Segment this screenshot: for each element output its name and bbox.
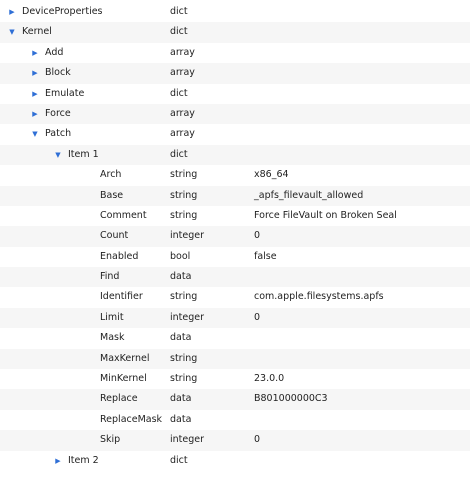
triangle-down-icon[interactable]: ▼ <box>6 22 18 42</box>
plist-row-add[interactable]: ▶ Add array <box>0 43 470 63</box>
plist-row-block[interactable]: ▶ Block array <box>0 63 470 84</box>
type-label[interactable]: dict <box>170 84 188 104</box>
type-label[interactable]: array <box>170 104 195 124</box>
key-label: Item 2 <box>68 454 99 466</box>
triangle-down-icon[interactable]: ▼ <box>29 124 41 144</box>
type-label[interactable]: string <box>170 287 197 307</box>
plist-row-replacemask[interactable]: ReplaceMask data <box>0 410 470 430</box>
key-label: Skip <box>100 434 121 446</box>
plist-row-replace[interactable]: Replace data B801000000C3 <box>0 389 470 410</box>
plist-row-maxkernel[interactable]: MaxKernel string <box>0 348 470 370</box>
row-key: ▼ Patch <box>29 124 71 144</box>
type-label[interactable]: string <box>170 349 197 369</box>
key-label: Base <box>100 189 124 201</box>
plist-row-item-2[interactable]: ▶ Item 2 dict <box>0 451 470 471</box>
key-label: Enabled <box>100 250 139 262</box>
key-label: Find <box>100 271 120 283</box>
type-label[interactable]: dict <box>170 22 188 42</box>
key-label: Mask <box>100 332 125 344</box>
type-label[interactable]: dict <box>170 451 188 471</box>
value-field[interactable]: Force FileVault on Broken Seal <box>254 206 397 226</box>
triangle-right-icon[interactable]: ▶ <box>29 104 41 124</box>
plist-row-force[interactable]: ▶ Force array <box>0 103 470 125</box>
row-key: ▶ Item 2 <box>52 451 99 471</box>
row-key: ▶ Add <box>29 43 63 63</box>
type-label[interactable]: dict <box>170 2 188 22</box>
type-label[interactable]: dict <box>170 145 188 165</box>
key-label: MaxKernel <box>100 352 150 364</box>
key-label: Kernel <box>22 26 52 38</box>
row-key: ▼ Item 1 <box>52 145 99 165</box>
plist-row-kernel[interactable]: ▼ Kernel dict <box>0 22 470 43</box>
row-key: ▶ DeviceProperties <box>6 2 103 22</box>
triangle-right-icon[interactable]: ▶ <box>29 63 41 83</box>
plist-row-identifier[interactable]: Identifier string com.apple.filesystems.… <box>0 287 470 307</box>
type-label[interactable]: data <box>170 267 191 287</box>
value-field[interactable]: 0 <box>254 308 260 328</box>
triangle-right-icon[interactable]: ▶ <box>6 2 18 22</box>
value-field[interactable]: _apfs_filevault_allowed <box>254 186 363 206</box>
triangle-right-icon[interactable]: ▶ <box>29 43 41 63</box>
type-label[interactable]: bool <box>170 247 190 267</box>
type-label[interactable]: integer <box>170 308 204 328</box>
plist-row-limit[interactable]: Limit integer 0 <box>0 307 470 329</box>
key-label: Add <box>45 46 64 58</box>
key-label: DeviceProperties <box>22 6 103 17</box>
plist-row-count[interactable]: Count integer 0 <box>0 226 470 247</box>
value-field[interactable]: 0 <box>254 430 260 450</box>
value-field[interactable]: B801000000C3 <box>254 389 328 409</box>
plist-row-find[interactable]: Find data <box>0 267 470 288</box>
row-key: ▶ Block <box>29 63 71 83</box>
plist-row-arch[interactable]: Arch string x86_64 <box>0 165 470 185</box>
plist-row-minkernel[interactable]: MinKernel string 23.0.0 <box>0 369 470 389</box>
type-label[interactable]: data <box>170 328 191 348</box>
plist-row-item-1[interactable]: ▼ Item 1 dict <box>0 144 470 166</box>
type-label[interactable]: integer <box>170 226 204 246</box>
key-label: ReplaceMask <box>100 413 163 425</box>
type-label[interactable]: string <box>170 165 197 185</box>
key-label: Replace <box>100 393 138 405</box>
plist-row-emulate[interactable]: ▶ Emulate dict <box>0 84 470 104</box>
key-label: Comment <box>100 209 147 221</box>
type-label[interactable]: array <box>170 124 195 144</box>
key-label: Identifier <box>100 291 143 303</box>
value-field[interactable]: false <box>254 247 277 267</box>
triangle-down-icon[interactable]: ▼ <box>52 145 64 165</box>
key-label: Block <box>45 67 71 79</box>
plist-row-skip[interactable]: Skip integer 0 <box>0 430 470 451</box>
row-key: ▶ Emulate <box>29 84 84 104</box>
key-label: Force <box>45 107 71 119</box>
plist-editor: ▶ DeviceProperties dict ▼ Kernel dict ▶ … <box>0 0 470 485</box>
value-field[interactable]: 23.0.0 <box>254 369 284 389</box>
value-field[interactable]: com.apple.filesystems.apfs <box>254 287 384 307</box>
key-label: Arch <box>100 169 122 181</box>
key-label: Patch <box>45 128 72 140</box>
value-field[interactable]: x86_64 <box>254 165 289 185</box>
triangle-right-icon[interactable]: ▶ <box>52 451 64 471</box>
type-label[interactable]: data <box>170 389 191 409</box>
plist-row-patch[interactable]: ▼ Patch array <box>0 124 470 144</box>
plist-row-deviceproperties[interactable]: ▶ DeviceProperties dict <box>0 2 470 22</box>
key-label: Count <box>100 230 129 242</box>
key-label: Item 1 <box>68 148 99 160</box>
type-label[interactable]: integer <box>170 430 204 450</box>
type-label[interactable]: array <box>170 43 195 63</box>
row-key: ▼ Kernel <box>6 22 52 42</box>
key-label: Emulate <box>45 87 85 99</box>
type-label[interactable]: data <box>170 410 191 430</box>
triangle-right-icon[interactable]: ▶ <box>29 84 41 104</box>
plist-row-enabled[interactable]: Enabled bool false <box>0 247 470 267</box>
plist-row-base[interactable]: Base string _apfs_filevault_allowed <box>0 185 470 206</box>
row-key: ▶ Force <box>29 104 71 124</box>
key-label: Limit <box>100 311 124 323</box>
key-label: MinKernel <box>100 373 147 385</box>
plist-row-mask[interactable]: Mask data <box>0 328 470 348</box>
type-label[interactable]: array <box>170 63 195 83</box>
plist-row-comment[interactable]: Comment string Force FileVault on Broken… <box>0 206 470 226</box>
type-label[interactable]: string <box>170 206 197 226</box>
type-label[interactable]: string <box>170 369 197 389</box>
value-field[interactable]: 0 <box>254 226 260 246</box>
type-label[interactable]: string <box>170 186 197 206</box>
